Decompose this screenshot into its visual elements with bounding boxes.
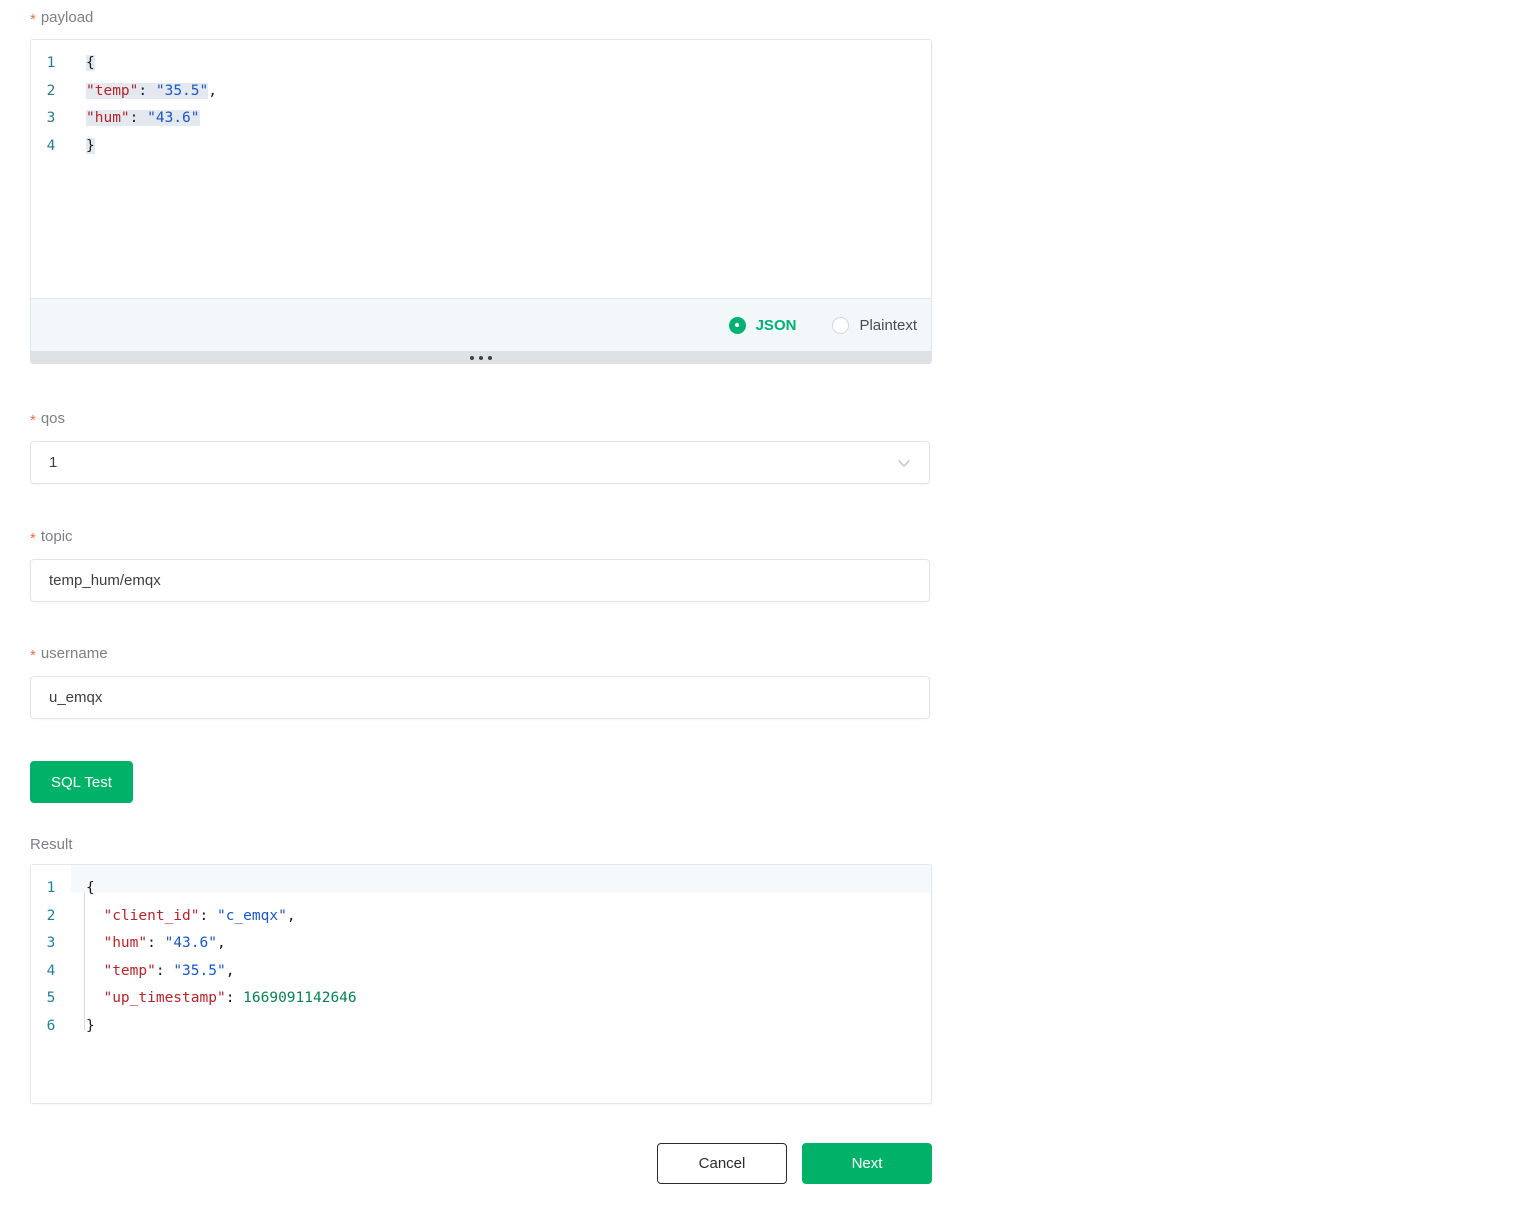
line-number: 4 bbox=[46, 137, 56, 154]
code-line-text: "temp": "35.5", bbox=[71, 958, 234, 986]
line-number: 5 bbox=[46, 990, 56, 1006]
code-token: : bbox=[155, 962, 174, 979]
topic-label: * topic bbox=[30, 528, 73, 547]
line-number: 2 bbox=[46, 82, 56, 99]
required-asterisk-icon: * bbox=[30, 530, 36, 547]
code-token: "43.6" bbox=[164, 935, 217, 951]
code-token: , bbox=[208, 82, 217, 99]
code-line-text: "client_id": "c_emqx", bbox=[71, 903, 296, 931]
drag-dot-icon bbox=[488, 355, 492, 360]
code-line: 2 "temp": "35.5", bbox=[31, 78, 931, 106]
qos-select-wrapper[interactable] bbox=[30, 441, 930, 484]
username-input[interactable] bbox=[30, 676, 930, 719]
code-token: : bbox=[199, 907, 217, 924]
code-token: { bbox=[86, 880, 95, 896]
dialog-footer-actions: Cancel Next bbox=[657, 1143, 932, 1184]
code-token: } bbox=[86, 137, 95, 154]
code-line-text: "up_timestamp": 1669091142646 bbox=[71, 985, 357, 1013]
required-asterisk-icon: * bbox=[30, 412, 36, 429]
topic-input[interactable] bbox=[30, 559, 930, 602]
radio-plaintext-label: Plaintext bbox=[859, 316, 917, 334]
code-token bbox=[138, 110, 148, 126]
code-token: : bbox=[147, 935, 165, 951]
code-line: 3 "hum": "43.6", bbox=[31, 930, 931, 958]
radio-json-icon bbox=[728, 316, 746, 334]
code-line: 4} bbox=[31, 133, 931, 161]
result-editor[interactable]: 1{2 "client_id": "c_emqx", 3 "hum": "43.6… bbox=[30, 864, 932, 1104]
code-token: : bbox=[138, 82, 148, 99]
code-token: } bbox=[86, 1017, 95, 1034]
line-number: 2 bbox=[46, 907, 56, 924]
qos-label: * qos bbox=[30, 410, 66, 429]
code-token: , bbox=[216, 935, 226, 951]
radio-option-json[interactable]: JSON bbox=[728, 316, 797, 334]
code-line: 1{ bbox=[31, 50, 931, 78]
radio-plaintext-icon bbox=[832, 316, 850, 334]
code-token: "temp" bbox=[103, 962, 156, 979]
next-button[interactable]: Next bbox=[802, 1143, 932, 1184]
code-token: "43.6" bbox=[147, 110, 200, 126]
code-line-text: { bbox=[71, 50, 95, 78]
code-token: "hum" bbox=[86, 110, 130, 126]
line-number: 1 bbox=[46, 880, 56, 896]
code-line: 3 "hum": "43.6" bbox=[31, 105, 931, 133]
code-line-text: "hum": "43.6" bbox=[71, 105, 200, 133]
code-line-text: { bbox=[71, 875, 95, 903]
code-line-text: } bbox=[71, 1013, 95, 1041]
result-label: Result bbox=[30, 836, 73, 853]
code-token bbox=[147, 82, 156, 99]
code-token: "up_timestamp" bbox=[103, 990, 226, 1006]
line-number: 1 bbox=[46, 55, 56, 71]
required-asterisk-icon: * bbox=[30, 647, 36, 664]
code-token: { bbox=[86, 55, 95, 71]
payload-editor[interactable]: 1{2 "temp": "35.5", 3 "hum": "43.6" 4} JSON … bbox=[30, 39, 932, 352]
code-token: "hum" bbox=[103, 935, 148, 951]
rule-test-form: * payload 1{2 "temp": "35.5", 3 "hum": "43.… bbox=[30, 0, 932, 1104]
code-token: : bbox=[225, 990, 244, 1006]
line-number: 6 bbox=[46, 1017, 56, 1034]
cancel-button[interactable]: Cancel bbox=[657, 1143, 787, 1184]
code-token: , bbox=[286, 907, 296, 924]
code-token: "35.5" bbox=[155, 82, 209, 99]
code-line-text: "hum": "43.6", bbox=[71, 930, 226, 958]
code-token: "c_emqx" bbox=[216, 907, 287, 924]
payload-code-area[interactable]: 1{2 "temp": "35.5", 3 "hum": "43.6" 4} bbox=[31, 40, 931, 298]
payload-label: * payload bbox=[30, 9, 94, 28]
payload-field-group: * payload 1{2 "temp": "35.5", 3 "hum": "43.… bbox=[30, 8, 932, 364]
line-number: 3 bbox=[46, 935, 56, 951]
radio-json-label: JSON bbox=[755, 316, 797, 334]
result-group: Result 1{2 "client_id": "c_emqx", 3 "hum"… bbox=[30, 836, 932, 1104]
username-field-group: * username bbox=[30, 644, 932, 719]
code-line: 2 "client_id": "c_emqx", bbox=[31, 903, 931, 931]
code-line: 1{ bbox=[31, 875, 931, 903]
code-line: 5 "up_timestamp": 1669091142646 bbox=[31, 985, 931, 1013]
code-token: , bbox=[225, 962, 235, 979]
qos-select[interactable] bbox=[30, 441, 930, 484]
code-line: 6} bbox=[31, 1013, 931, 1041]
code-line-text: } bbox=[71, 133, 95, 161]
code-token: "35.5" bbox=[173, 962, 226, 979]
code-line: 4 "temp": "35.5", bbox=[31, 958, 931, 986]
code-token: 1669091142646 bbox=[243, 990, 357, 1006]
qos-field-group: * qos bbox=[30, 409, 932, 484]
radio-option-plaintext[interactable]: Plaintext bbox=[832, 316, 917, 334]
sql-test-button[interactable]: SQL Test bbox=[30, 761, 133, 803]
editor-resize-handle[interactable] bbox=[30, 351, 932, 364]
code-line-text: "temp": "35.5", bbox=[71, 78, 217, 106]
topic-field-group: * topic bbox=[30, 527, 932, 602]
line-number: 4 bbox=[46, 962, 56, 979]
username-label: * username bbox=[30, 645, 108, 664]
payload-format-toolbar: JSON Plaintext bbox=[31, 298, 931, 351]
required-asterisk-icon: * bbox=[30, 11, 36, 28]
code-token: "temp" bbox=[86, 82, 139, 99]
code-token: "client_id" bbox=[103, 907, 200, 924]
line-number: 3 bbox=[46, 110, 56, 126]
drag-dot-icon bbox=[470, 355, 474, 360]
result-code-area: 1{2 "client_id": "c_emqx", 3 "hum": "43.6… bbox=[31, 865, 931, 1103]
drag-dot-icon bbox=[479, 355, 483, 360]
